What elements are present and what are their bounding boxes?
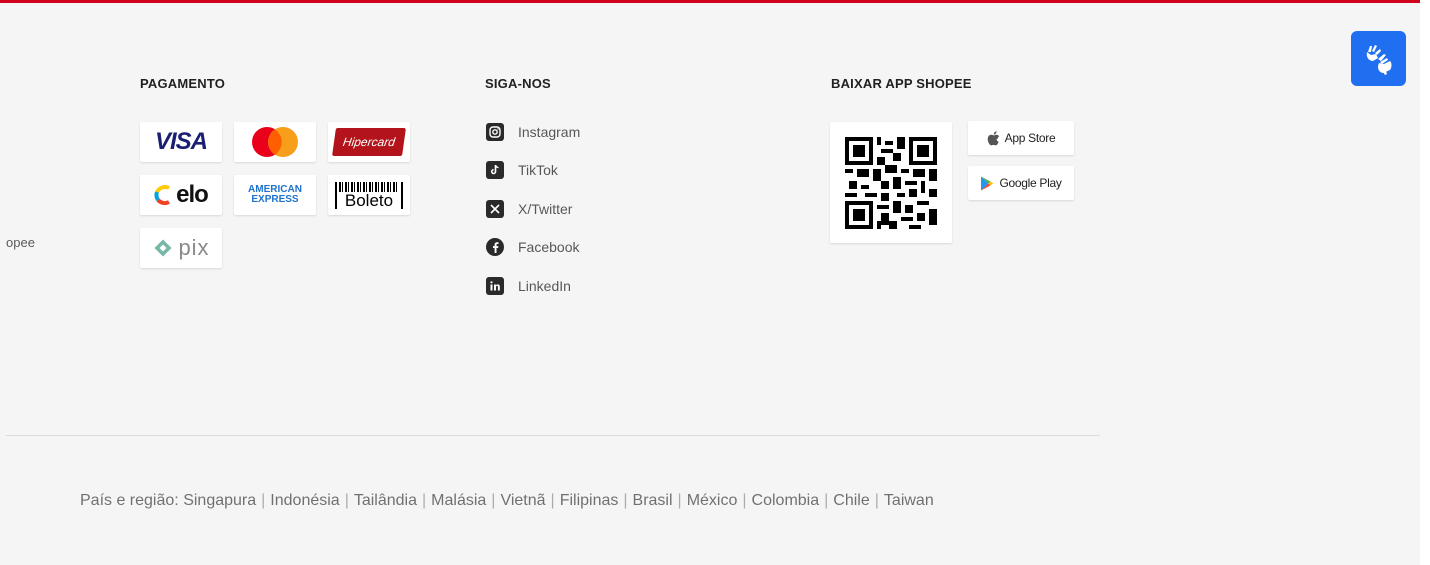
google-play-icon — [981, 176, 994, 190]
country-separator: | — [422, 492, 427, 509]
social-label-linkedin: LinkedIn — [518, 278, 571, 294]
country-separator: | — [550, 492, 555, 509]
boleto-label: Boleto — [344, 190, 394, 210]
barcode-icon — [339, 181, 399, 192]
linkedin-icon — [486, 277, 504, 295]
social-label-tiktok: TikTok — [518, 162, 558, 178]
footer-divider — [6, 435, 1100, 436]
country-separator: | — [677, 492, 682, 509]
country-separator: | — [742, 492, 747, 509]
american-express-logo: AMERICAN EXPRESS — [234, 175, 316, 215]
download-app-heading: BAIXAR APP SHOPEE — [831, 76, 972, 91]
country-link-brasil[interactable]: Brasil — [633, 492, 673, 509]
hipercard-logo: Hipercard — [328, 122, 410, 162]
country-separator: | — [824, 492, 829, 509]
qr-code-icon — [845, 136, 937, 229]
country-link-filipinas[interactable]: Filipinas — [560, 492, 619, 509]
social-link-instagram[interactable]: Instagram — [486, 122, 580, 142]
app-store-button[interactable]: App Store — [968, 121, 1074, 155]
payment-heading: PAGAMENTO — [140, 76, 226, 91]
elo-logo: elo — [140, 175, 222, 215]
elo-ring-icon — [154, 185, 171, 206]
pix-diamond-icon — [154, 239, 172, 257]
social-link-tiktok[interactable]: TikTok — [486, 160, 558, 180]
hipercard-label: Hipercard — [332, 128, 406, 156]
country-link-singapura[interactable]: Singapura — [183, 492, 256, 509]
country-link-indonesia[interactable]: Indonésia — [270, 492, 339, 509]
x-twitter-icon — [486, 200, 504, 218]
country-link-mexico[interactable]: México — [687, 492, 738, 509]
pix-logo: pix — [140, 228, 222, 268]
apple-icon — [987, 130, 999, 145]
country-region-prefix: País e região: — [80, 492, 179, 509]
footer: opee PAGAMENTO VISA Hipercard elo AMERIC… — [0, 0, 1420, 565]
boleto-logo: Boleto — [328, 175, 410, 215]
mastercard-icon — [252, 127, 298, 157]
country-link-malasia[interactable]: Malásia — [431, 492, 486, 509]
elo-label: elo — [176, 181, 209, 208]
sign-language-hands-icon — [1366, 44, 1391, 75]
country-region-list: País e região: Singapura | Indonésia | Tailâ… — [80, 492, 934, 510]
app-store-label: App Store — [1004, 131, 1056, 145]
pix-label: pix — [178, 235, 210, 260]
google-play-button[interactable]: Google Play — [968, 166, 1074, 200]
google-play-label: Google Play — [999, 176, 1062, 190]
instagram-icon — [486, 123, 504, 141]
tiktok-icon — [486, 161, 504, 179]
visa-logo: VISA — [140, 122, 222, 162]
social-link-facebook[interactable]: Facebook — [486, 237, 579, 257]
social-link-x-twitter[interactable]: X/Twitter — [486, 199, 572, 219]
app-qr-code[interactable] — [830, 122, 952, 243]
social-label-instagram: Instagram — [518, 124, 581, 140]
country-link-tailandia[interactable]: Tailândia — [354, 492, 417, 509]
amex-label-line2: EXPRESS — [251, 194, 299, 205]
country-link-colombia[interactable]: Colombia — [752, 492, 820, 509]
accessibility-sign-language-button[interactable] — [1351, 31, 1406, 86]
social-heading: SIGA-NOS — [485, 76, 551, 91]
country-separator: | — [623, 492, 628, 509]
country-separator: | — [344, 492, 349, 509]
country-separator: | — [874, 492, 879, 509]
country-link-taiwan[interactable]: Taiwan — [884, 492, 934, 509]
social-label-facebook: Facebook — [518, 239, 580, 255]
truncated-footer-link[interactable]: opee — [6, 235, 35, 250]
country-separator: | — [491, 492, 496, 509]
visa-label: VISA — [154, 128, 208, 155]
country-separator: | — [261, 492, 266, 509]
facebook-icon — [486, 238, 504, 256]
social-label-x-twitter: X/Twitter — [518, 201, 573, 217]
social-link-linkedin[interactable]: LinkedIn — [486, 276, 571, 296]
country-link-chile[interactable]: Chile — [833, 492, 869, 509]
country-link-vietna[interactable]: Vietnã — [500, 492, 545, 509]
mastercard-logo — [234, 122, 316, 162]
